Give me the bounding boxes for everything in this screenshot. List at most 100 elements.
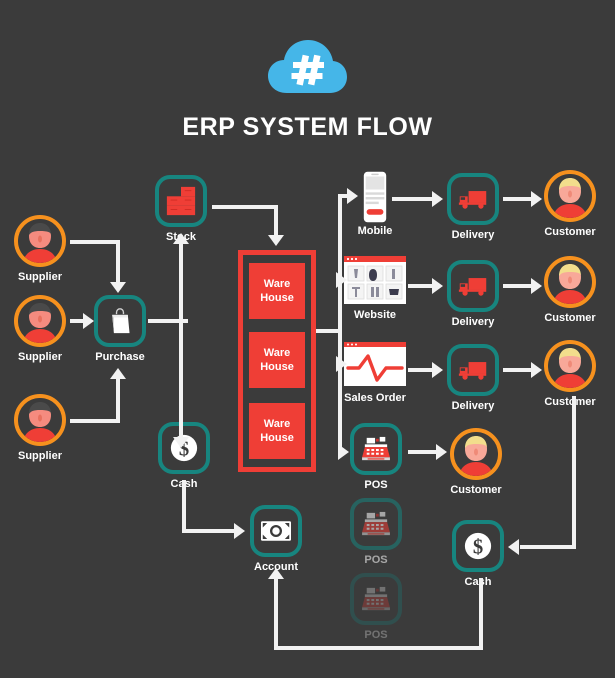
warehouse-line2: House (260, 361, 294, 373)
customer-avatar-icon (544, 170, 596, 222)
dollar-coin-icon: $ (158, 422, 210, 474)
arrowhead-down (110, 282, 126, 293)
node-label: Purchase (95, 351, 145, 363)
connector-stock-warehouse (212, 205, 278, 209)
node-label: Sales Order (344, 392, 406, 404)
connector-supplier1-purchase (70, 240, 120, 244)
node-delivery-2[interactable]: Delivery (447, 260, 499, 328)
arrowhead-right (432, 278, 443, 294)
banknote-icon (250, 505, 302, 557)
node-label: Customer (544, 312, 596, 324)
arrowhead-right (432, 362, 443, 378)
delivery-truck-icon (447, 344, 499, 396)
warehouse-line1: Ware (263, 278, 291, 290)
node-website[interactable]: Website (344, 256, 406, 321)
arrowhead-up (173, 233, 189, 244)
node-label: Cash (464, 576, 492, 588)
arrowhead-right (531, 278, 542, 294)
shopping-bag-icon (94, 295, 146, 347)
node-sales-order[interactable]: Sales Order (344, 342, 406, 404)
delivery-truck-icon (447, 173, 499, 225)
connector-cashleft-account-v (182, 480, 186, 532)
arrowhead-down (268, 235, 284, 246)
arrowhead-right (336, 272, 347, 288)
customer-avatar-icon (450, 428, 502, 480)
connector-cashright-account-v (479, 578, 483, 650)
svg-text:$: $ (473, 537, 483, 559)
delivery-truck-icon (447, 260, 499, 312)
mobile-phone-icon (355, 170, 395, 224)
node-label: POS (364, 479, 388, 491)
arrowhead-right (531, 362, 542, 378)
connector-supplier3-purchase (70, 419, 120, 423)
dollar-coin-icon: $ (452, 520, 504, 572)
arrowhead-right (531, 191, 542, 207)
node-customer-1[interactable]: Customer (544, 170, 596, 238)
stock-boxes-icon (155, 175, 207, 227)
connector-customer-cash-v (572, 396, 576, 548)
arrowhead-right (234, 523, 245, 539)
arrowhead-right (336, 356, 347, 372)
warehouse-line2: House (260, 432, 294, 444)
arrowhead-up (110, 368, 126, 379)
node-label: Customer (544, 396, 596, 408)
node-supplier-3[interactable]: Supplier (14, 394, 66, 462)
warehouse-box-1[interactable]: Ware House (249, 263, 305, 319)
connector-customer-cash-h (520, 545, 576, 549)
node-label: Delivery (451, 400, 495, 412)
cloud-hash-icon (266, 38, 349, 98)
connector-channel-spine (338, 196, 342, 454)
node-label: Supplier (17, 450, 63, 462)
node-account[interactable]: Account (250, 505, 302, 573)
node-customer-4[interactable]: Customer (450, 428, 502, 496)
arrowhead-right (338, 444, 349, 460)
warehouse-box-2[interactable]: Ware House (249, 332, 305, 388)
node-delivery-1[interactable]: Delivery (447, 173, 499, 241)
node-pos-2[interactable]: POS (350, 498, 402, 566)
node-pos-1[interactable]: POS (350, 423, 402, 491)
arrowhead-right (432, 191, 443, 207)
node-cash-right[interactable]: $ Cash (452, 520, 504, 588)
node-customer-3[interactable]: Customer (544, 340, 596, 408)
warehouse-box-3[interactable]: Ware House (249, 403, 305, 459)
node-label: Website (354, 309, 396, 321)
node-label: Customer (544, 226, 596, 238)
erp-flow-diagram: ERP SYSTEM FLOW Supplier Supplier Suppli… (0, 0, 615, 678)
customer-avatar-icon (544, 256, 596, 308)
node-label: Delivery (451, 316, 495, 328)
arrowhead-right (83, 313, 94, 329)
connector-cashleft-account-h (182, 529, 238, 533)
node-mobile[interactable]: Mobile (355, 170, 395, 237)
node-delivery-3[interactable]: Delivery (447, 344, 499, 412)
arrowhead-left (508, 539, 519, 555)
node-label: Delivery (451, 229, 495, 241)
supplier-avatar-icon (14, 215, 66, 267)
arrowhead-up (268, 568, 284, 579)
node-customer-2[interactable]: Customer (544, 256, 596, 324)
node-label: POS (364, 629, 388, 641)
warehouse-line2: House (260, 292, 294, 304)
connector-stock-cash-spine (179, 243, 183, 443)
arrowhead-right (436, 444, 447, 460)
arrowhead-down (173, 437, 189, 448)
node-purchase[interactable]: Purchase (94, 295, 146, 363)
supplier-avatar-icon (14, 295, 66, 347)
node-label: Mobile (357, 225, 393, 237)
warehouse-line1: Ware (263, 347, 291, 359)
node-label: POS (364, 554, 388, 566)
customer-avatar-icon (544, 340, 596, 392)
node-supplier-1[interactable]: Supplier (14, 215, 66, 283)
supplier-avatar-icon (14, 394, 66, 446)
node-stock[interactable]: Stock (155, 175, 207, 243)
node-cash-left[interactable]: $ Cash (158, 422, 210, 490)
sales-chart-icon (344, 342, 406, 386)
connector-supplier1-purchase-v (116, 240, 120, 284)
cash-register-icon (350, 498, 402, 550)
warehouse-line1: Ware (263, 418, 291, 430)
node-supplier-2[interactable]: Supplier (14, 295, 66, 363)
connector-supplier3-purchase-v (116, 378, 120, 423)
arrowhead-right (347, 188, 358, 204)
node-pos-3[interactable]: POS (350, 573, 402, 641)
cash-register-icon (350, 423, 402, 475)
connector-stock-warehouse-v (274, 205, 278, 237)
